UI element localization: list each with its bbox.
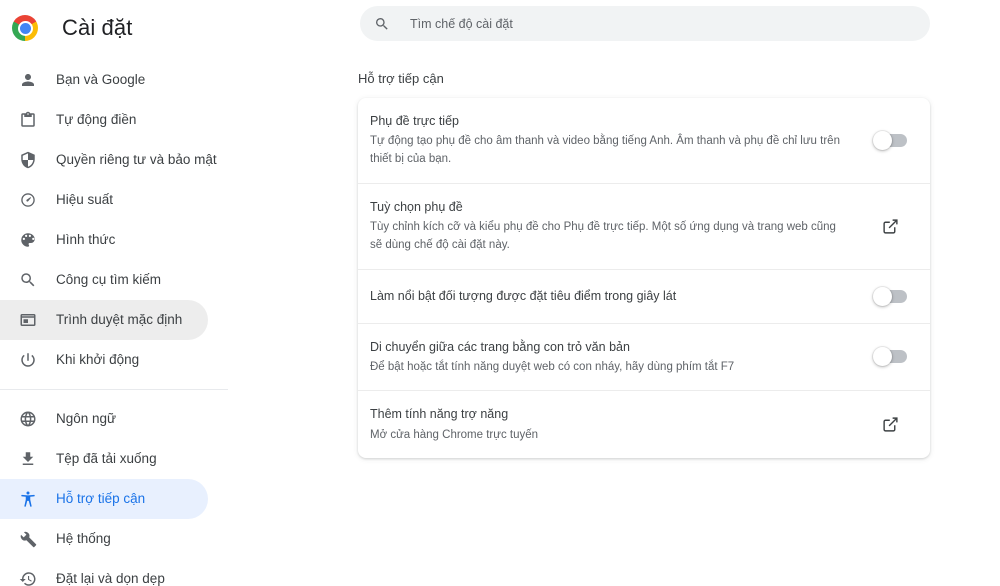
row-subtitle: Mở cửa hàng Chrome trực tuyến	[370, 428, 539, 441]
search-icon	[374, 16, 390, 32]
clipboard-icon	[18, 110, 38, 130]
live-caption-toggle[interactable]	[872, 130, 907, 150]
row-title: Di chuyển giữa các trang bằng con trỏ vă…	[370, 339, 630, 354]
row-subtitle: Tự động tạo phụ đề cho âm thanh và video…	[370, 135, 840, 165]
wrench-icon	[18, 529, 38, 549]
sidebar-item-label: Tệp đã tải xuống	[56, 451, 157, 467]
search-icon	[18, 270, 38, 290]
row-text: Di chuyển giữa các trang bằng con trỏ vă…	[370, 338, 868, 377]
sidebar-nav: Bạn và Google Tự động điền Quyền riêng t…	[0, 60, 250, 586]
row-text: Làm nổi bật đối tượng được đặt tiêu điểm…	[370, 287, 868, 305]
sidebar-item-label: Hệ thống	[56, 531, 111, 547]
sidebar-item-appearance[interactable]: Hình thức	[0, 220, 208, 260]
sidebar-item-performance[interactable]: Hiệu suất	[0, 180, 208, 220]
sidebar-item-privacy-and-security[interactable]: Quyền riêng tư và bảo mật	[0, 140, 217, 180]
sidebar-item-label: Trình duyệt mặc định	[56, 312, 183, 328]
toggle-knob	[872, 347, 892, 367]
setting-row-caption-preferences[interactable]: Tuỳ chọn phụ đề Tùy chỉnh kích cỡ và kiể…	[358, 184, 930, 270]
accessibility-settings-card: Phụ đề trực tiếp Tự động tạo phụ đề cho …	[358, 98, 930, 459]
sidebar-item-label: Ngôn ngữ	[56, 411, 117, 427]
row-control	[868, 416, 912, 434]
sidebar-item-default-browser[interactable]: Trình duyệt mặc định	[0, 300, 208, 340]
sidebar-item-label: Tự động điền	[56, 112, 137, 128]
sidebar-item-label: Hình thức	[56, 232, 116, 248]
sidebar: Cài đặt Bạn và Google Tự động điền Quyền…	[0, 0, 250, 586]
row-control	[868, 347, 912, 367]
external-link-icon[interactable]	[881, 217, 899, 235]
row-subtitle: Tùy chỉnh kích cỡ và kiểu phụ đề cho Phụ…	[370, 220, 836, 251]
download-icon	[18, 449, 38, 469]
row-title: Thêm tính năng trợ năng	[370, 407, 509, 422]
row-title: Phụ đề trực tiếp	[370, 114, 459, 128]
speedometer-icon	[18, 190, 38, 210]
sidebar-item-reset-and-cleanup[interactable]: Đặt lại và dọn dẹp	[0, 559, 208, 586]
page-title: Cài đặt	[62, 15, 133, 40]
row-text: Thêm tính năng trợ năng Mở cửa hàng Chro…	[370, 405, 868, 444]
search-input[interactable]	[408, 15, 888, 32]
accessibility-icon	[18, 489, 38, 509]
browser-window-icon	[18, 310, 38, 330]
globe-icon	[18, 409, 38, 429]
row-title: Làm nổi bật đối tượng được đặt tiêu điểm…	[370, 288, 677, 303]
power-icon	[18, 350, 38, 370]
toggle-knob	[872, 286, 892, 306]
settings-page: Cài đặt Bạn và Google Tự động điền Quyền…	[0, 0, 1000, 586]
sidebar-item-you-and-google[interactable]: Bạn và Google	[0, 60, 208, 100]
row-subtitle: Để bật hoặc tắt tính năng duyệt web có c…	[370, 360, 735, 373]
sidebar-item-languages[interactable]: Ngôn ngữ	[0, 399, 208, 439]
sidebar-item-label: Hỗ trợ tiếp cận	[56, 491, 146, 507]
section-title: Hỗ trợ tiếp cận	[358, 71, 444, 86]
setting-row-add-accessibility-features[interactable]: Thêm tính năng trợ năng Mở cửa hàng Chro…	[358, 391, 930, 458]
person-icon	[18, 70, 38, 90]
row-text: Phụ đề trực tiếp Tự động tạo phụ đề cho …	[370, 112, 868, 169]
palette-icon	[18, 230, 38, 250]
sidebar-divider	[0, 389, 228, 390]
sidebar-item-downloads[interactable]: Tệp đã tải xuống	[0, 439, 208, 479]
sidebar-item-label: Quyền riêng tư và bảo mật	[56, 152, 217, 168]
external-link-icon[interactable]	[881, 416, 899, 434]
sidebar-item-label: Bạn và Google	[56, 72, 146, 88]
main-content: Hỗ trợ tiếp cận Phụ đề trực tiếp Tự động…	[250, 0, 1000, 586]
brand-header: Cài đặt	[0, 0, 250, 56]
sidebar-item-label: Hiệu suất	[56, 192, 114, 208]
sidebar-item-on-startup[interactable]: Khi khởi động	[0, 340, 208, 380]
sidebar-item-search-engine[interactable]: Công cụ tìm kiếm	[0, 260, 208, 300]
shield-icon	[18, 150, 38, 170]
setting-row-focus-highlight: Làm nổi bật đối tượng được đặt tiêu điểm…	[358, 270, 930, 324]
sidebar-item-system[interactable]: Hệ thống	[0, 519, 208, 559]
sidebar-item-autofill[interactable]: Tự động điền	[0, 100, 208, 140]
focus-highlight-toggle[interactable]	[872, 286, 907, 306]
toggle-knob	[872, 130, 892, 150]
sidebar-item-label: Đặt lại và dọn dẹp	[56, 571, 165, 586]
setting-row-caret-browsing: Di chuyển giữa các trang bằng con trỏ vă…	[358, 324, 930, 392]
caret-browsing-toggle[interactable]	[872, 347, 907, 367]
row-control	[868, 217, 912, 235]
search-settings-bar[interactable]	[360, 6, 930, 41]
row-control	[868, 286, 912, 306]
row-control	[868, 130, 912, 150]
sidebar-item-label: Công cụ tìm kiếm	[56, 272, 162, 288]
setting-row-live-caption: Phụ đề trực tiếp Tự động tạo phụ đề cho …	[358, 98, 930, 184]
row-title: Tuỳ chọn phụ đề	[370, 199, 463, 214]
chrome-logo-icon	[12, 15, 38, 41]
history-restore-icon	[18, 569, 38, 586]
sidebar-item-accessibility[interactable]: Hỗ trợ tiếp cận	[0, 479, 208, 519]
sidebar-item-label: Khi khởi động	[56, 352, 140, 368]
row-text: Tuỳ chọn phụ đề Tùy chỉnh kích cỡ và kiể…	[370, 198, 868, 255]
